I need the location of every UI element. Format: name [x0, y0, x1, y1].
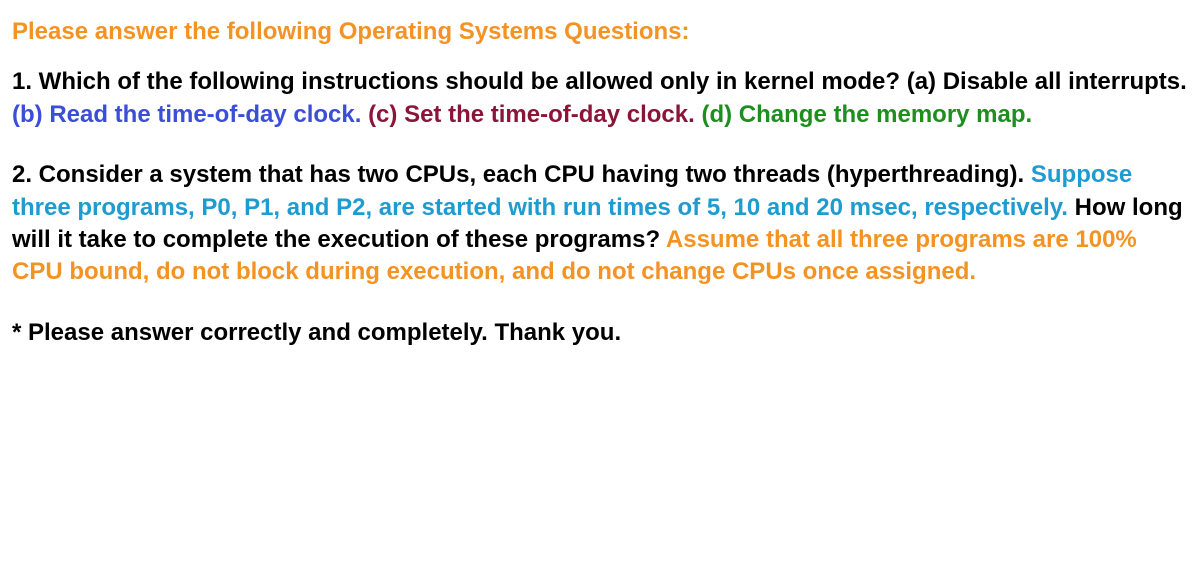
document-title: Please answer the following Operating Sy…	[12, 16, 1188, 48]
q2-part1: 2. Consider a system that has two CPUs, …	[12, 161, 1031, 188]
question-2: 2. Consider a system that has two CPUs, …	[12, 159, 1188, 289]
q1-option-d: (d) Change the memory map.	[701, 101, 1032, 128]
q1-stem: 1. Which of the following instructions s…	[12, 68, 1187, 95]
q1-option-b: (b) Read the time-of-day clock.	[12, 101, 368, 128]
q1-option-c: (c) Set the time-of-day clock.	[368, 101, 701, 128]
question-1: 1. Which of the following instructions s…	[12, 66, 1188, 131]
footer-note: * Please answer correctly and completely…	[12, 317, 1188, 349]
